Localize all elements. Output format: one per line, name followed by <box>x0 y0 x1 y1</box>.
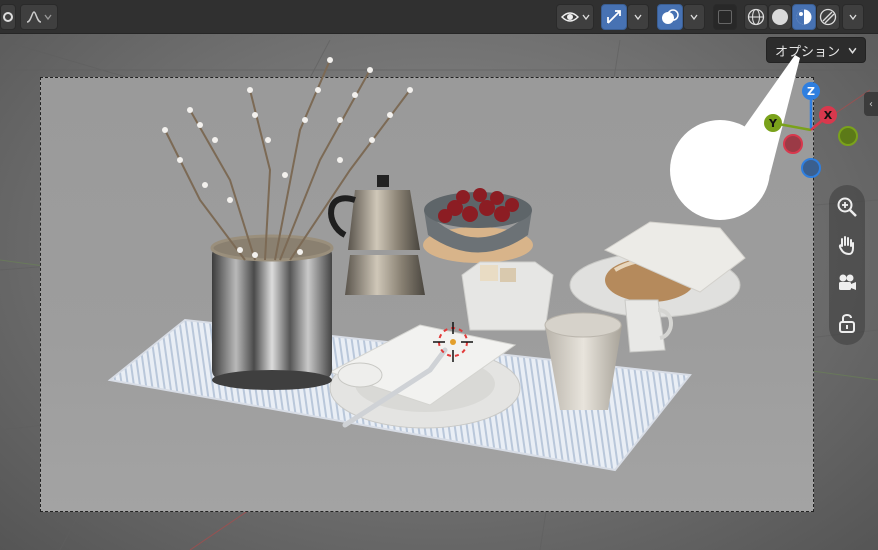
gizmo-neg-z <box>801 158 821 178</box>
zoom-button[interactable] <box>832 192 862 222</box>
callout-circle <box>670 120 770 220</box>
3d-viewport[interactable]: オプション ‹ Z Y X <box>0 0 878 550</box>
gizmo-neg-x <box>783 134 803 154</box>
zoom-icon <box>837 197 857 217</box>
camera-view-icon <box>839 274 856 290</box>
chevron-left-icon: ‹ <box>869 98 873 110</box>
camera-view-button[interactable] <box>832 268 862 298</box>
sidebar-toggle[interactable]: ‹ <box>864 92 878 116</box>
gizmo-y-label: Y <box>768 117 778 130</box>
pan-button[interactable] <box>832 230 862 260</box>
gizmo-x-label: X <box>824 109 833 122</box>
gizmo-neg-y <box>838 126 858 146</box>
callout-pointer <box>735 55 800 175</box>
gizmo-z-label: Z <box>807 85 815 98</box>
navigation-gizmo[interactable]: Z Y X <box>762 78 862 188</box>
lock-icon <box>839 314 855 333</box>
pan-hand-icon <box>838 236 854 256</box>
lock-camera-button[interactable] <box>832 308 862 338</box>
